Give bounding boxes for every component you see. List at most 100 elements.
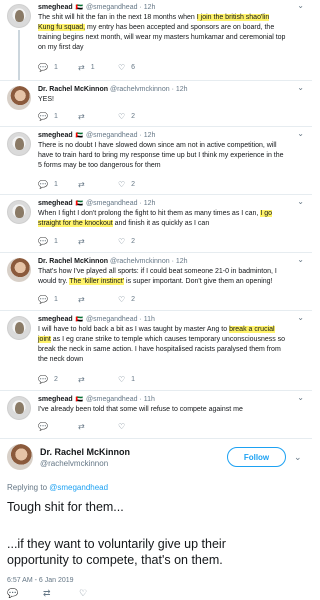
author-name[interactable]: smeghead: [38, 396, 73, 403]
reply-icon: 💬: [38, 422, 48, 431]
separator-dot: ·: [139, 200, 142, 207]
tweet-time[interactable]: 12h: [176, 86, 188, 93]
retweet-button[interactable]: ⇄: [78, 112, 118, 121]
reply-button[interactable]: 💬 1: [38, 295, 78, 304]
chevron-down-icon[interactable]: ⌄: [297, 197, 304, 206]
author-name[interactable]: smeghead: [38, 4, 73, 11]
tweet-time[interactable]: 12h: [144, 4, 156, 11]
author-name[interactable]: smeghead: [38, 132, 73, 139]
divider: [0, 252, 312, 253]
tweet-time[interactable]: 12h: [144, 132, 156, 139]
tweet-actions: 💬 1 ⇄ ♡ 2: [38, 295, 158, 304]
divider: [0, 80, 312, 81]
heart-icon: ♡: [118, 112, 126, 121]
tweet[interactable]: smeghead 🇦🇪 @smegandhead · 12h ⌄ There i…: [0, 128, 312, 194]
retweet-icon[interactable]: ⇄: [43, 588, 79, 599]
tweet-time[interactable]: 11h: [144, 396, 155, 403]
ae-flag-icon: 🇦🇪: [75, 5, 84, 11]
author-name[interactable]: Dr. Rachel McKinnon: [38, 258, 108, 265]
tweet-time[interactable]: 11h: [144, 316, 155, 323]
retweet-button[interactable]: ⇄: [78, 375, 118, 384]
reply-icon[interactable]: 💬: [7, 588, 43, 599]
separator-dot: ·: [139, 396, 142, 403]
avatar[interactable]: [7, 444, 33, 470]
retweet-icon: ⇄: [78, 295, 85, 304]
tweet-time[interactable]: 12h: [144, 200, 156, 207]
reply-button[interactable]: 💬 1: [38, 237, 78, 246]
chevron-down-icon[interactable]: ⌄: [297, 83, 304, 92]
separator-dot: ·: [139, 132, 142, 139]
reply-button[interactable]: 💬 2: [38, 375, 78, 384]
retweet-icon: ⇄: [78, 422, 85, 431]
tweet-actions: 💬 1 ⇄ 1 ♡ 6: [38, 63, 158, 72]
tweet[interactable]: smeghead 🇦🇪 @smegandhead · 12h ⌄ When I …: [0, 196, 312, 252]
avatar[interactable]: [7, 132, 31, 156]
avatar[interactable]: [7, 86, 31, 110]
retweet-button[interactable]: ⇄: [78, 422, 118, 431]
author-name[interactable]: Dr. Rachel McKinnon: [38, 86, 108, 93]
author-name[interactable]: Dr. Rachel McKinnon: [40, 447, 130, 457]
reply-button[interactable]: 💬 1: [38, 112, 78, 121]
author-handle[interactable]: @smegandhead: [86, 132, 137, 139]
author-name[interactable]: smeghead: [38, 200, 73, 207]
reply-button[interactable]: 💬 1: [38, 63, 78, 72]
retweet-icon: ⇄: [78, 112, 85, 121]
chevron-down-icon[interactable]: ⌄: [294, 452, 302, 463]
retweet-icon: ⇄: [78, 237, 85, 246]
ae-flag-icon: 🇦🇪: [75, 201, 84, 207]
author-handle[interactable]: @smegandhead: [86, 200, 137, 207]
tweet-header: smeghead 🇦🇪 @smegandhead · 11h: [38, 395, 155, 405]
author-handle[interactable]: @smegandhead: [86, 396, 137, 403]
author-name[interactable]: smeghead: [38, 316, 73, 323]
divider: [0, 310, 312, 311]
replying-to-link[interactable]: @smegandhead: [49, 483, 108, 492]
like-button[interactable]: ♡ 6: [118, 63, 158, 72]
heart-icon: ♡: [118, 422, 126, 431]
like-button[interactable]: ♡ 2: [118, 112, 158, 121]
reply-button[interactable]: 💬: [38, 422, 78, 431]
reply-button[interactable]: 💬 1: [38, 180, 78, 189]
retweet-button[interactable]: ⇄: [78, 237, 118, 246]
chevron-down-icon[interactable]: ⌄: [297, 255, 304, 264]
follow-button[interactable]: Follow: [227, 447, 286, 467]
divider: [0, 126, 312, 127]
tweet-time[interactable]: 12h: [176, 258, 188, 265]
tweet-text: YES!: [38, 96, 54, 103]
author-handle[interactable]: @rachelvmckinnon: [40, 459, 108, 468]
ae-flag-icon: 🇦🇪: [75, 397, 84, 403]
author-handle[interactable]: @smegandhead: [86, 316, 137, 323]
tweet-text: The shit will hit the fan in the next 18…: [38, 14, 286, 51]
chevron-down-icon[interactable]: ⌄: [297, 129, 304, 138]
like-button[interactable]: ♡ 2: [118, 237, 158, 246]
avatar[interactable]: [7, 258, 31, 282]
like-button[interactable]: ♡ 2: [118, 180, 158, 189]
tweet-text: That's how I've played all sports: if I …: [38, 268, 277, 285]
tweet-header: smeghead 🇦🇪 @smegandhead · 11h: [38, 315, 155, 325]
avatar[interactable]: [7, 316, 31, 340]
like-button[interactable]: ♡ 2: [118, 295, 158, 304]
chevron-down-icon[interactable]: ⌄: [297, 393, 304, 402]
reply-icon: 💬: [38, 375, 48, 384]
tweet[interactable]: smeghead 🇦🇪 @smegandhead · 12h ⌄ The shi…: [0, 0, 312, 80]
like-button[interactable]: ♡ 1: [118, 375, 158, 384]
heart-icon[interactable]: ♡: [79, 588, 115, 599]
retweet-button[interactable]: ⇄: [78, 295, 118, 304]
avatar[interactable]: [7, 200, 31, 224]
author-handle[interactable]: @smegandhead: [86, 4, 137, 11]
tweet[interactable]: smeghead 🇦🇪 @smegandhead · 11h ⌄ I will …: [0, 312, 312, 390]
avatar[interactable]: [7, 396, 31, 420]
tweet-timestamp[interactable]: 6:57 AM - 6 Jan 2019: [7, 577, 74, 584]
author-handle[interactable]: @rachelvmckinnon: [110, 258, 170, 265]
divider: [0, 438, 312, 439]
retweet-button[interactable]: ⇄ 1: [78, 63, 118, 72]
tweet[interactable]: Dr. Rachel McKinnon @rachelvmckinnon · 1…: [0, 254, 312, 310]
chevron-down-icon[interactable]: ⌄: [297, 313, 304, 322]
retweet-button[interactable]: ⇄: [78, 180, 118, 189]
avatar[interactable]: [7, 4, 31, 28]
chevron-down-icon[interactable]: ⌄: [297, 1, 304, 10]
tweet-text: I will have to hold back a bit as I was …: [38, 326, 286, 363]
like-button[interactable]: ♡: [118, 422, 158, 431]
tweet[interactable]: smeghead 🇦🇪 @smegandhead · 11h ⌄ I've al…: [0, 392, 312, 436]
tweet[interactable]: Dr. Rachel McKinnon @rachelvmckinnon · 1…: [0, 82, 312, 126]
author-handle[interactable]: @rachelvmckinnon: [110, 86, 170, 93]
